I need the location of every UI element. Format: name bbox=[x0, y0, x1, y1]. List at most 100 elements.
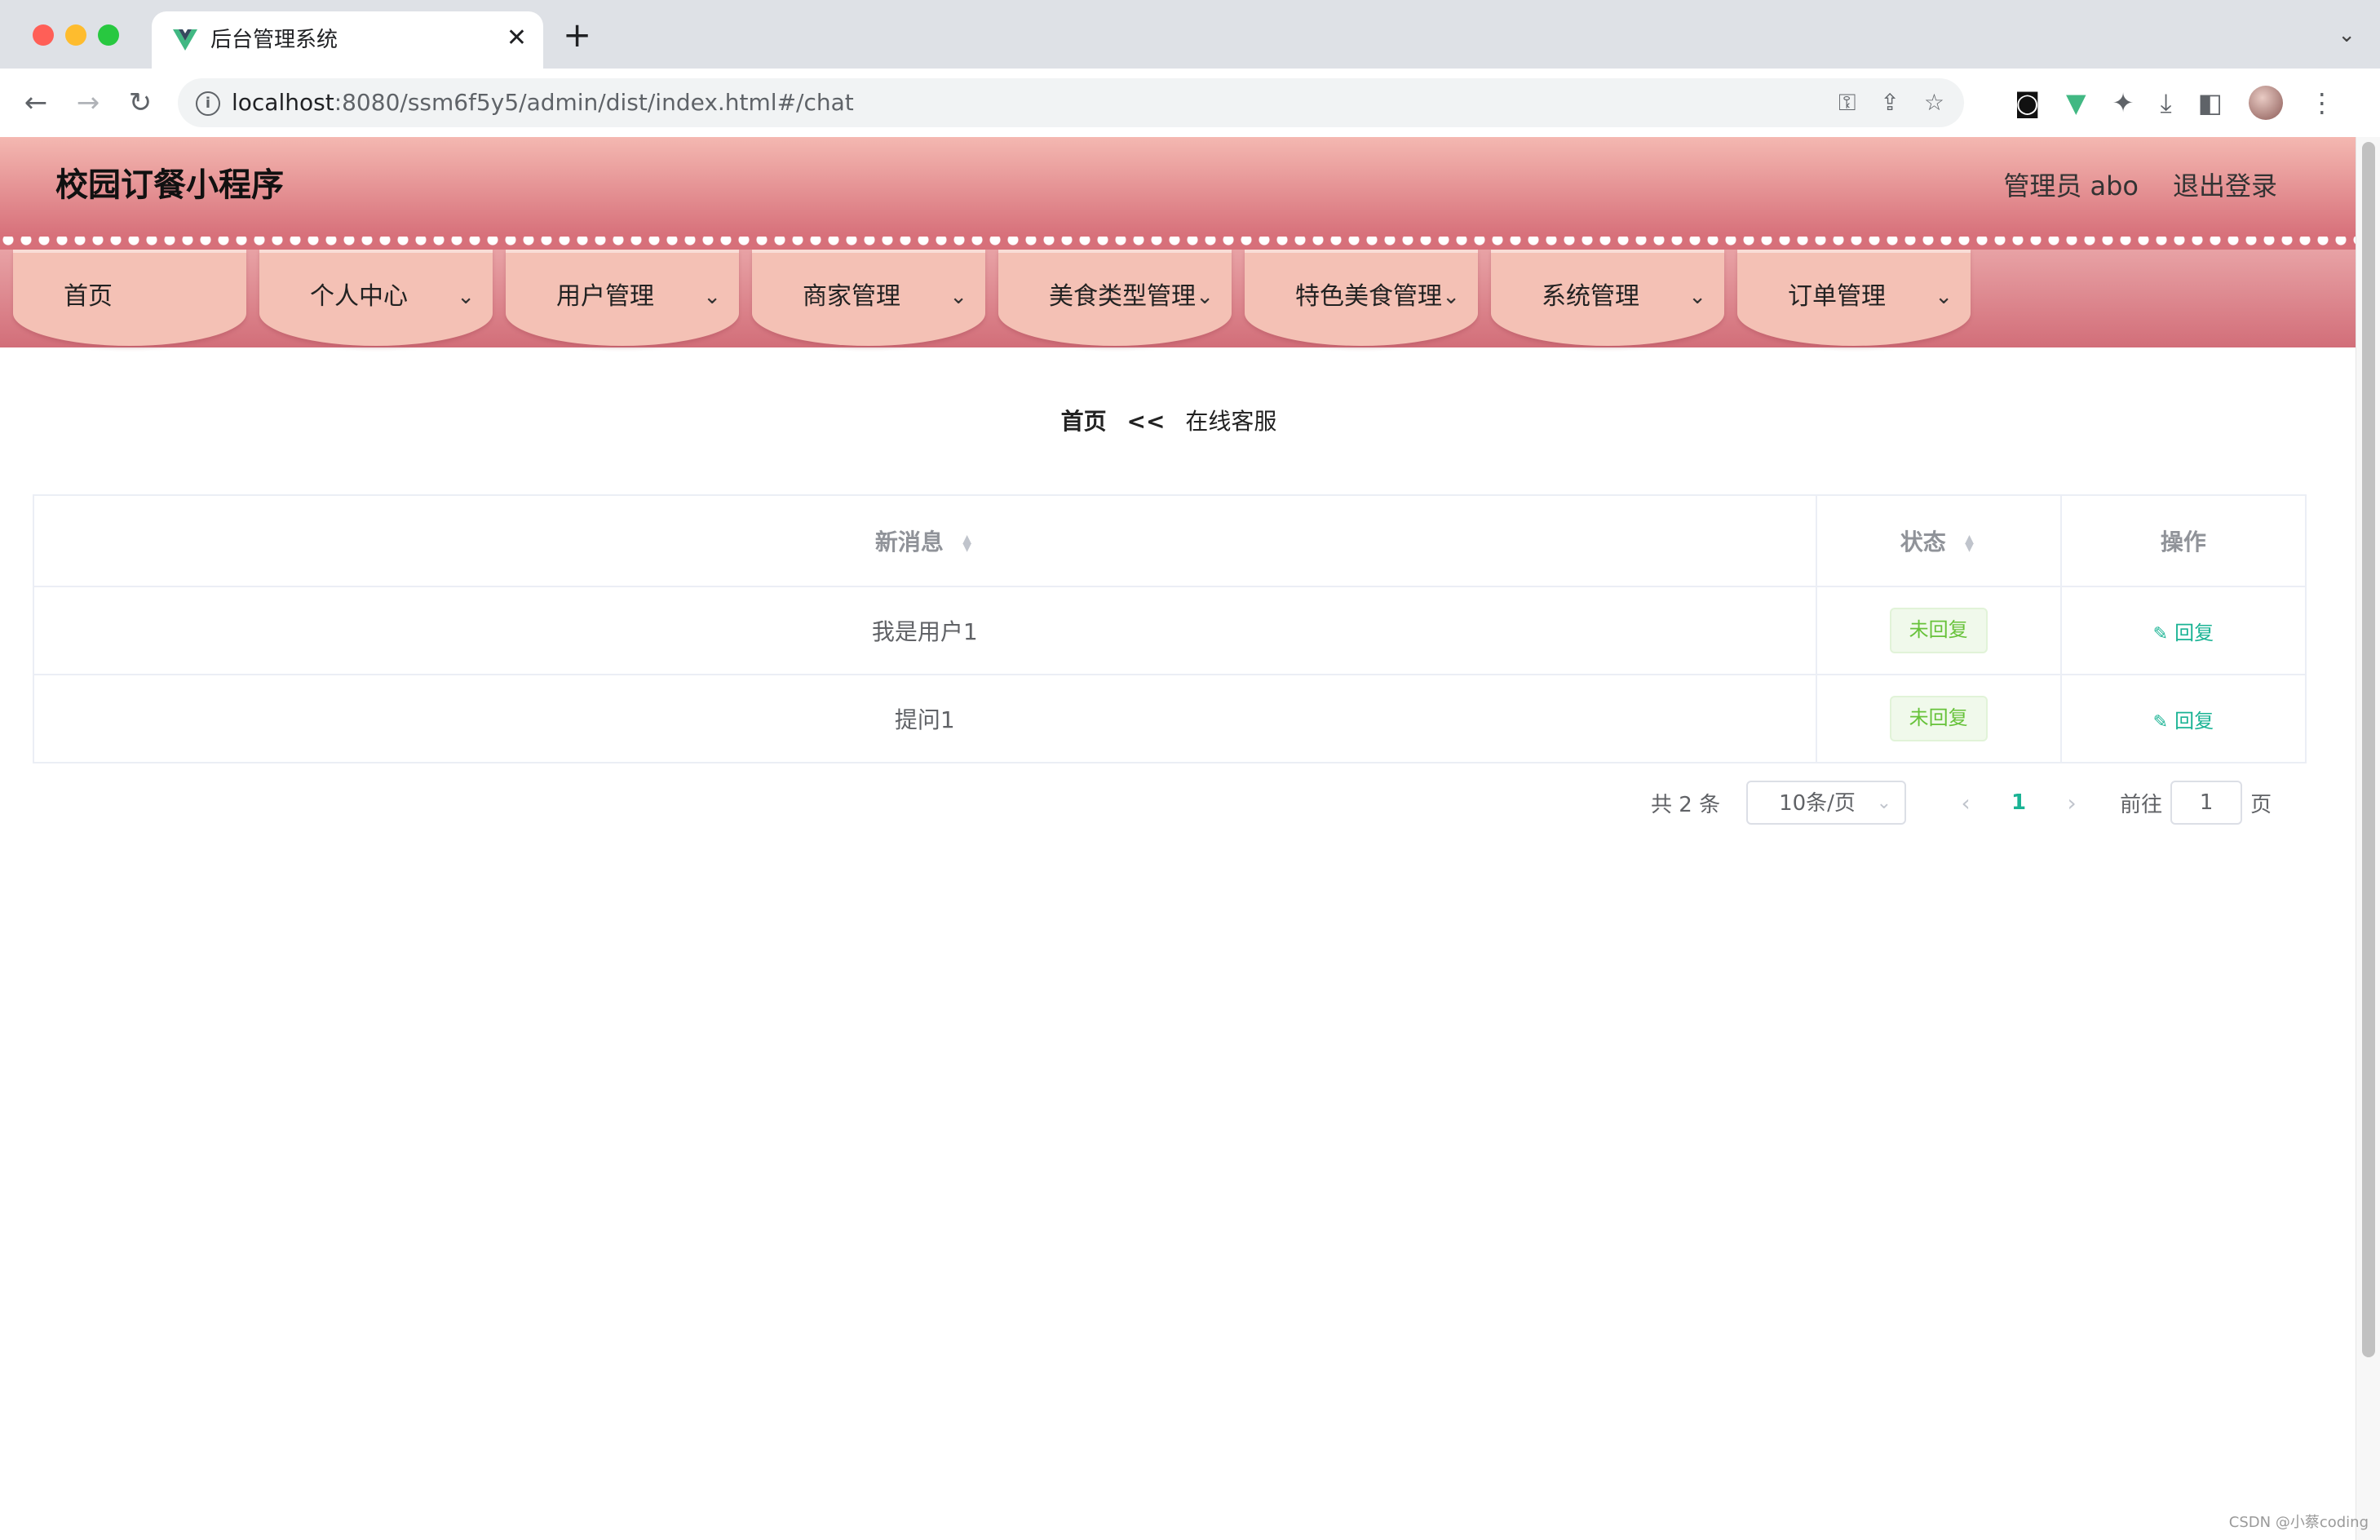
back-button[interactable]: ← bbox=[20, 86, 52, 119]
current-user: 管理员 abo bbox=[2003, 170, 2139, 201]
tab-search-icon[interactable]: ⌄ bbox=[2338, 23, 2356, 47]
menu-item-food-types[interactable]: 美食类型管理 ⌄ bbox=[998, 250, 1232, 346]
status-cell: 未回复 bbox=[1815, 674, 2062, 763]
browser-tab-strip: 后台管理系统 ✕ + ⌄ bbox=[0, 0, 2380, 69]
menu-label: 首页 bbox=[64, 282, 113, 311]
edit-icon: ✎ bbox=[2152, 623, 2169, 644]
forward-button[interactable]: → bbox=[72, 86, 104, 119]
scrollbar[interactable] bbox=[2356, 137, 2380, 1540]
message-cell: 提问1 bbox=[33, 674, 1817, 763]
menu-label: 商家管理 bbox=[803, 282, 900, 311]
app-title: 校园订餐小程序 bbox=[55, 166, 284, 204]
chevron-down-icon: ⌄ bbox=[457, 285, 475, 309]
menu-item-profile[interactable]: 个人中心 ⌄ bbox=[259, 250, 493, 346]
page-size-value: 10条/页 bbox=[1779, 791, 1856, 816]
chat-table: 新消息 ▲ ▼ 状态 ▲ ▼ 操作 我是用户1 未回复 ✎ 回复 提问1 未回复 ✎ 回… bbox=[33, 494, 2307, 763]
next-page-button[interactable]: › bbox=[2051, 790, 2092, 816]
menu-label: 美食类型管理 bbox=[1049, 282, 1196, 311]
chevron-down-icon: ⌄ bbox=[703, 285, 721, 309]
column-header-message[interactable]: 新消息 ▲ ▼ bbox=[33, 494, 1817, 587]
kebab-menu-icon[interactable]: ⋮ bbox=[2309, 85, 2335, 121]
watermark: CSDN @小蔡coding bbox=[2228, 1514, 2369, 1531]
breadcrumb-current: 在线客服 bbox=[1185, 408, 1277, 435]
chevron-down-icon: ⌄ bbox=[1935, 285, 1953, 309]
menu-item-system[interactable]: 系统管理 ⌄ bbox=[1491, 250, 1724, 346]
breadcrumb: 首页 << 在线客服 bbox=[0, 401, 2338, 442]
menu-item-specialty-food[interactable]: 特色美食管理 ⌄ bbox=[1245, 250, 1478, 346]
menu-label: 系统管理 bbox=[1542, 282, 1639, 311]
scrollbar-thumb[interactable] bbox=[2362, 142, 2375, 1357]
goto-page-input[interactable]: 1 bbox=[2170, 781, 2243, 825]
lace-divider bbox=[0, 237, 2356, 250]
table-row: 提问1 未回复 ✎ 回复 bbox=[33, 674, 2307, 763]
share-icon[interactable]: ⇪ bbox=[1880, 90, 1899, 116]
message-cell: 我是用户1 bbox=[33, 586, 1817, 675]
reload-button[interactable]: ↻ bbox=[124, 86, 157, 119]
maximize-window-button[interactable] bbox=[98, 24, 119, 46]
page-suffix: 页 bbox=[2250, 792, 2272, 817]
reply-button[interactable]: ✎ 回复 bbox=[2153, 710, 2214, 732]
app-header: 校园订餐小程序 管理员 abo 退出登录 bbox=[0, 137, 2356, 237]
table-header-row: 新消息 ▲ ▼ 状态 ▲ ▼ 操作 bbox=[33, 494, 2307, 587]
vue-logo-icon bbox=[173, 29, 197, 51]
sort-icon[interactable]: ▲ ▼ bbox=[960, 533, 975, 553]
column-header-status[interactable]: 状态 ▲ ▼ bbox=[1815, 494, 2062, 587]
menu-item-orders[interactable]: 订单管理 ⌄ bbox=[1737, 250, 1971, 346]
table-row: 我是用户1 未回复 ✎ 回复 bbox=[33, 586, 2307, 675]
menu-item-users[interactable]: 用户管理 ⌄ bbox=[506, 250, 739, 346]
star-icon[interactable]: ☆ bbox=[1924, 90, 1944, 116]
main-menu: 首页 个人中心 ⌄ 用户管理 ⌄ 商家管理 ⌄ 美食类型管理 ⌄ 特色美食管理 … bbox=[0, 250, 2356, 347]
close-window-button[interactable] bbox=[33, 24, 54, 46]
status-badge: 未回复 bbox=[1889, 696, 1988, 741]
url-host: localhost bbox=[232, 89, 334, 116]
tampermonkey-icon[interactable]: ◙ bbox=[2015, 85, 2040, 121]
address-bar[interactable]: i localhost:8080/ssm6f5y5/admin/dist/ind… bbox=[178, 78, 1964, 127]
avatar[interactable] bbox=[2248, 86, 2283, 120]
url-path: :8080/ssm6f5y5/admin/dist/index.html#/ch… bbox=[334, 89, 854, 116]
chevron-down-icon: ⌄ bbox=[1196, 285, 1214, 309]
menu-label: 个人中心 bbox=[310, 282, 408, 311]
reply-button[interactable]: ✎ 回复 bbox=[2153, 622, 2214, 644]
action-cell: ✎ 回复 bbox=[2059, 674, 2307, 763]
page-number-current[interactable]: 1 bbox=[1986, 790, 2051, 815]
sort-icon[interactable]: ▲ ▼ bbox=[1962, 533, 1977, 553]
new-tab-button[interactable]: + bbox=[563, 18, 591, 52]
menu-label: 用户管理 bbox=[556, 282, 654, 311]
tab-title: 后台管理系统 bbox=[210, 28, 338, 52]
breadcrumb-separator: << bbox=[1126, 408, 1166, 435]
status-badge: 未回复 bbox=[1889, 608, 1988, 653]
tab-close-icon[interactable]: ✕ bbox=[507, 24, 527, 52]
chevron-down-icon: ⌄ bbox=[1442, 285, 1460, 309]
action-cell: ✎ 回复 bbox=[2059, 586, 2307, 675]
prev-page-button[interactable]: ‹ bbox=[1945, 790, 1986, 816]
column-header-label: 新消息 bbox=[874, 529, 944, 555]
vue-devtools-icon[interactable]: ▼ bbox=[2066, 85, 2086, 121]
site-info-icon[interactable]: i bbox=[196, 91, 220, 116]
minimize-window-button[interactable] bbox=[65, 24, 86, 46]
menu-item-home[interactable]: 首页 bbox=[13, 250, 246, 346]
page-size-select[interactable]: 10条/页 ⌄ bbox=[1746, 781, 1907, 825]
browser-toolbar: ← → ↻ i localhost:8080/ssm6f5y5/admin/di… bbox=[0, 69, 2380, 138]
pagination: 共 2 条 10条/页 ⌄ ‹ 1 › 前往 1 页 bbox=[1651, 780, 2272, 825]
url-text[interactable]: localhost:8080/ssm6f5y5/admin/dist/index… bbox=[232, 90, 854, 116]
menu-item-merchants[interactable]: 商家管理 ⌄ bbox=[752, 250, 985, 346]
download-icon[interactable]: ⤓ bbox=[2160, 85, 2171, 121]
menu-label: 特色美食管理 bbox=[1295, 282, 1442, 311]
chevron-down-icon: ⌄ bbox=[1688, 285, 1706, 309]
reply-label: 回复 bbox=[2174, 621, 2214, 644]
column-header-action: 操作 bbox=[2059, 494, 2307, 587]
edit-icon: ✎ bbox=[2152, 711, 2169, 732]
key-icon[interactable]: ⚿ bbox=[1838, 90, 1856, 116]
chevron-down-icon: ⌄ bbox=[949, 285, 967, 309]
sidepanel-icon[interactable]: ◧ bbox=[2198, 85, 2223, 121]
logout-button[interactable]: 退出登录 bbox=[2173, 168, 2277, 204]
menu-label: 订单管理 bbox=[1788, 282, 1886, 311]
breadcrumb-home[interactable]: 首页 bbox=[1061, 408, 1107, 435]
pagination-total: 共 2 条 bbox=[1651, 792, 1721, 817]
column-header-label: 状态 bbox=[1900, 529, 1946, 555]
goto-label: 前往 bbox=[2120, 792, 2163, 817]
chevron-down-icon: ⌄ bbox=[1876, 793, 1892, 813]
reply-label: 回复 bbox=[2174, 709, 2214, 732]
browser-tab[interactable]: 后台管理系统 ✕ bbox=[152, 11, 543, 69]
puzzle-icon[interactable]: ✦ bbox=[2112, 85, 2134, 121]
